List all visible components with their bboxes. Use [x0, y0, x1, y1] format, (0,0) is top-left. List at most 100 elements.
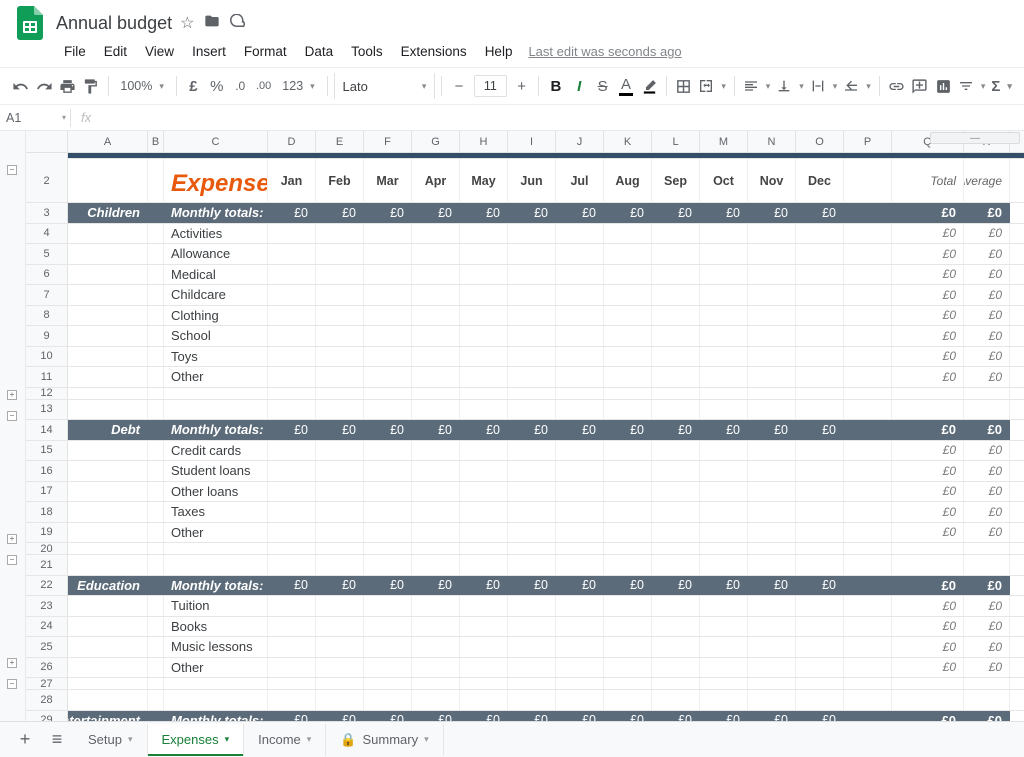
- item-month-cell[interactable]: [700, 326, 748, 346]
- empty-cell[interactable]: [844, 543, 892, 554]
- item-average[interactable]: £0: [964, 523, 1010, 543]
- item-average[interactable]: £0: [964, 367, 1010, 387]
- item-month-cell[interactable]: [412, 244, 460, 264]
- item-label[interactable]: Clothing: [164, 306, 268, 326]
- sheet-tab-summary[interactable]: 🔒Summary▾: [326, 724, 443, 756]
- item-month-cell[interactable]: [748, 306, 796, 326]
- monthly-total-val[interactable]: £0: [316, 203, 364, 223]
- item-month-cell[interactable]: [268, 617, 316, 637]
- empty-cell[interactable]: [460, 690, 508, 710]
- empty-cell[interactable]: [700, 400, 748, 420]
- cell[interactable]: [844, 285, 892, 305]
- item-month-cell[interactable]: [268, 596, 316, 616]
- monthly-total-val[interactable]: £0: [364, 203, 412, 223]
- item-average[interactable]: £0: [964, 461, 1010, 481]
- item-month-cell[interactable]: [556, 441, 604, 461]
- monthly-total-val[interactable]: £0: [604, 420, 652, 440]
- item-month-cell[interactable]: [412, 265, 460, 285]
- monthly-total-val[interactable]: £0: [796, 420, 844, 440]
- item-month-cell[interactable]: [700, 306, 748, 326]
- empty-cell[interactable]: [164, 555, 268, 575]
- item-month-cell[interactable]: [796, 502, 844, 522]
- item-month-cell[interactable]: [604, 224, 652, 244]
- item-month-cell[interactable]: [652, 502, 700, 522]
- item-total[interactable]: £0: [892, 326, 964, 346]
- section-label-Debt[interactable]: Debt: [68, 420, 148, 440]
- empty-cell[interactable]: [556, 388, 604, 399]
- month-header-Aug[interactable]: Aug: [604, 159, 652, 202]
- item-month-cell[interactable]: [316, 617, 364, 637]
- item-month-cell[interactable]: [460, 523, 508, 543]
- item-month-cell[interactable]: [604, 265, 652, 285]
- empty-cell[interactable]: [268, 690, 316, 710]
- item-month-cell[interactable]: [460, 617, 508, 637]
- cell[interactable]: [844, 502, 892, 522]
- empty-cell[interactable]: [700, 678, 748, 689]
- item-month-cell[interactable]: [364, 224, 412, 244]
- item-average[interactable]: £0: [964, 224, 1010, 244]
- item-label[interactable]: Activities: [164, 224, 268, 244]
- monthly-total-val[interactable]: £0: [796, 203, 844, 223]
- col-header-L[interactable]: L: [652, 131, 700, 152]
- empty-cell[interactable]: [460, 678, 508, 689]
- item-month-cell[interactable]: [652, 482, 700, 502]
- item-month-cell[interactable]: [796, 596, 844, 616]
- item-month-cell[interactable]: [748, 658, 796, 678]
- item-month-cell[interactable]: [412, 596, 460, 616]
- menu-data[interactable]: Data: [297, 40, 342, 63]
- empty-cell[interactable]: [700, 555, 748, 575]
- monthly-total-val[interactable]: £0: [556, 203, 604, 223]
- row-header-28[interactable]: 28: [26, 690, 68, 710]
- item-month-cell[interactable]: [316, 265, 364, 285]
- item-month-cell[interactable]: [316, 326, 364, 346]
- item-month-cell[interactable]: [508, 596, 556, 616]
- row-header-12[interactable]: 12: [26, 388, 68, 399]
- item-label[interactable]: Other: [164, 367, 268, 387]
- redo-button[interactable]: [33, 73, 54, 99]
- empty-cell[interactable]: [892, 690, 964, 710]
- text-wrap-button[interactable]: [808, 73, 840, 99]
- item-month-cell[interactable]: [508, 306, 556, 326]
- item-month-cell[interactable]: [364, 265, 412, 285]
- empty-cell[interactable]: [892, 388, 964, 399]
- monthly-total-val[interactable]: £0: [268, 576, 316, 596]
- cell[interactable]: [148, 576, 164, 596]
- empty-cell[interactable]: [844, 690, 892, 710]
- row-header-14[interactable]: 14: [26, 420, 68, 440]
- empty-cell[interactable]: [964, 690, 1010, 710]
- item-label[interactable]: Other: [164, 523, 268, 543]
- item-month-cell[interactable]: [556, 347, 604, 367]
- empty-cell[interactable]: [604, 690, 652, 710]
- item-month-cell[interactable]: [508, 326, 556, 346]
- empty-cell[interactable]: [652, 555, 700, 575]
- item-month-cell[interactable]: [412, 637, 460, 657]
- empty-cell[interactable]: [964, 555, 1010, 575]
- item-month-cell[interactable]: [268, 637, 316, 657]
- item-month-cell[interactable]: [268, 224, 316, 244]
- cell[interactable]: [844, 306, 892, 326]
- item-month-cell[interactable]: [604, 326, 652, 346]
- empty-cell[interactable]: [796, 400, 844, 420]
- col-header-H[interactable]: H: [460, 131, 508, 152]
- item-average[interactable]: £0: [964, 441, 1010, 461]
- fill-color-button[interactable]: [639, 73, 660, 99]
- col-header-A[interactable]: A: [68, 131, 148, 152]
- item-month-cell[interactable]: [412, 347, 460, 367]
- item-month-cell[interactable]: [796, 285, 844, 305]
- monthly-total-val[interactable]: £0: [508, 203, 556, 223]
- empty-cell[interactable]: [556, 543, 604, 554]
- empty-cell[interactable]: [508, 555, 556, 575]
- empty-cell[interactable]: [316, 690, 364, 710]
- month-header-Dec[interactable]: Dec: [796, 159, 844, 202]
- monthly-total-val[interactable]: £0: [508, 420, 556, 440]
- item-month-cell[interactable]: [556, 326, 604, 346]
- item-average[interactable]: £0: [964, 617, 1010, 637]
- item-average[interactable]: £0: [964, 637, 1010, 657]
- item-month-cell[interactable]: [508, 367, 556, 387]
- item-total[interactable]: £0: [892, 306, 964, 326]
- item-month-cell[interactable]: [748, 637, 796, 657]
- empty-cell[interactable]: [700, 543, 748, 554]
- item-month-cell[interactable]: [316, 461, 364, 481]
- row-header-19[interactable]: 19: [26, 523, 68, 543]
- item-month-cell[interactable]: [652, 265, 700, 285]
